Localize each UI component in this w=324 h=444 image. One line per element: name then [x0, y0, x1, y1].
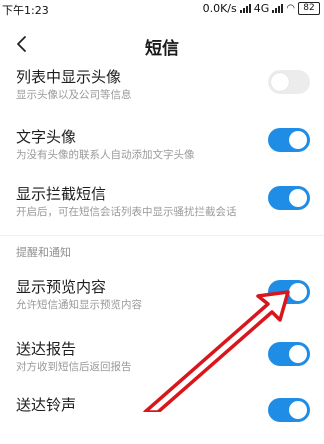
page-title: 短信: [145, 39, 179, 59]
toggle-knob: [289, 283, 307, 301]
setting-desc-text-avatar: 为没有头像的联系人自动添加文字头像: [16, 149, 195, 161]
setting-desc-preview: 允许短信通知显示预览内容: [16, 299, 142, 311]
status-icons: 0.0K/s 4G ◠ 82: [203, 2, 320, 15]
setting-row-blocked: 显示拦截短信 开启后，可在短信会话列表中显示骚扰拦截会话: [0, 178, 324, 234]
section-title-notifications: 提醒和通知: [16, 246, 71, 259]
toggle-knob: [271, 73, 289, 91]
signal-icon: [239, 4, 251, 13]
setting-row-ringtone: 送达铃声: [0, 388, 324, 444]
setting-desc-avatar: 显示头像以及公司等信息: [16, 89, 132, 101]
setting-row-avatar: 列表中显示头像 显示头像以及公司等信息: [0, 62, 324, 118]
setting-row-text-avatar: 文字头像 为没有头像的联系人自动添加文字头像: [0, 120, 324, 176]
toggle-knob: [289, 401, 307, 419]
status-time: 下午1:23: [2, 4, 49, 17]
toggle-report[interactable]: [268, 342, 310, 366]
signal-icon-2: [272, 4, 284, 13]
network-type: 4G: [253, 2, 270, 15]
setting-row-preview: 显示预览内容 允许短信通知显示预览内容: [0, 272, 324, 328]
wifi-icon: ◠: [286, 3, 295, 14]
status-bar: 下午1:23 0.0K/s 4G ◠ 82: [0, 0, 324, 20]
setting-label-blocked: 显示拦截短信: [16, 185, 107, 203]
setting-label-text-avatar: 文字头像: [16, 128, 77, 146]
toggle-blocked[interactable]: [268, 186, 310, 210]
setting-desc-report: 对方收到短信后返回报告: [16, 361, 132, 373]
section-divider: [0, 235, 324, 236]
toggle-text-avatar[interactable]: [268, 128, 310, 152]
toggle-knob: [289, 189, 307, 207]
toggle-ringtone[interactable]: [268, 398, 310, 422]
toggle-avatar[interactable]: [268, 70, 310, 94]
setting-label-preview: 显示预览内容: [16, 278, 107, 296]
battery-icon: 82: [298, 2, 320, 15]
setting-row-report: 送达报告 对方收到短信后返回报告: [0, 334, 324, 390]
network-speed: 0.0K/s: [202, 2, 237, 15]
toggle-preview[interactable]: [268, 280, 310, 304]
setting-label-avatar: 列表中显示头像: [16, 68, 122, 86]
toggle-knob: [289, 131, 307, 149]
app-header: 短信: [0, 26, 324, 66]
setting-label-report: 送达报告: [16, 340, 77, 358]
toggle-knob: [289, 345, 307, 363]
setting-desc-blocked: 开启后，可在短信会话列表中显示骚扰拦截会话: [16, 206, 237, 218]
